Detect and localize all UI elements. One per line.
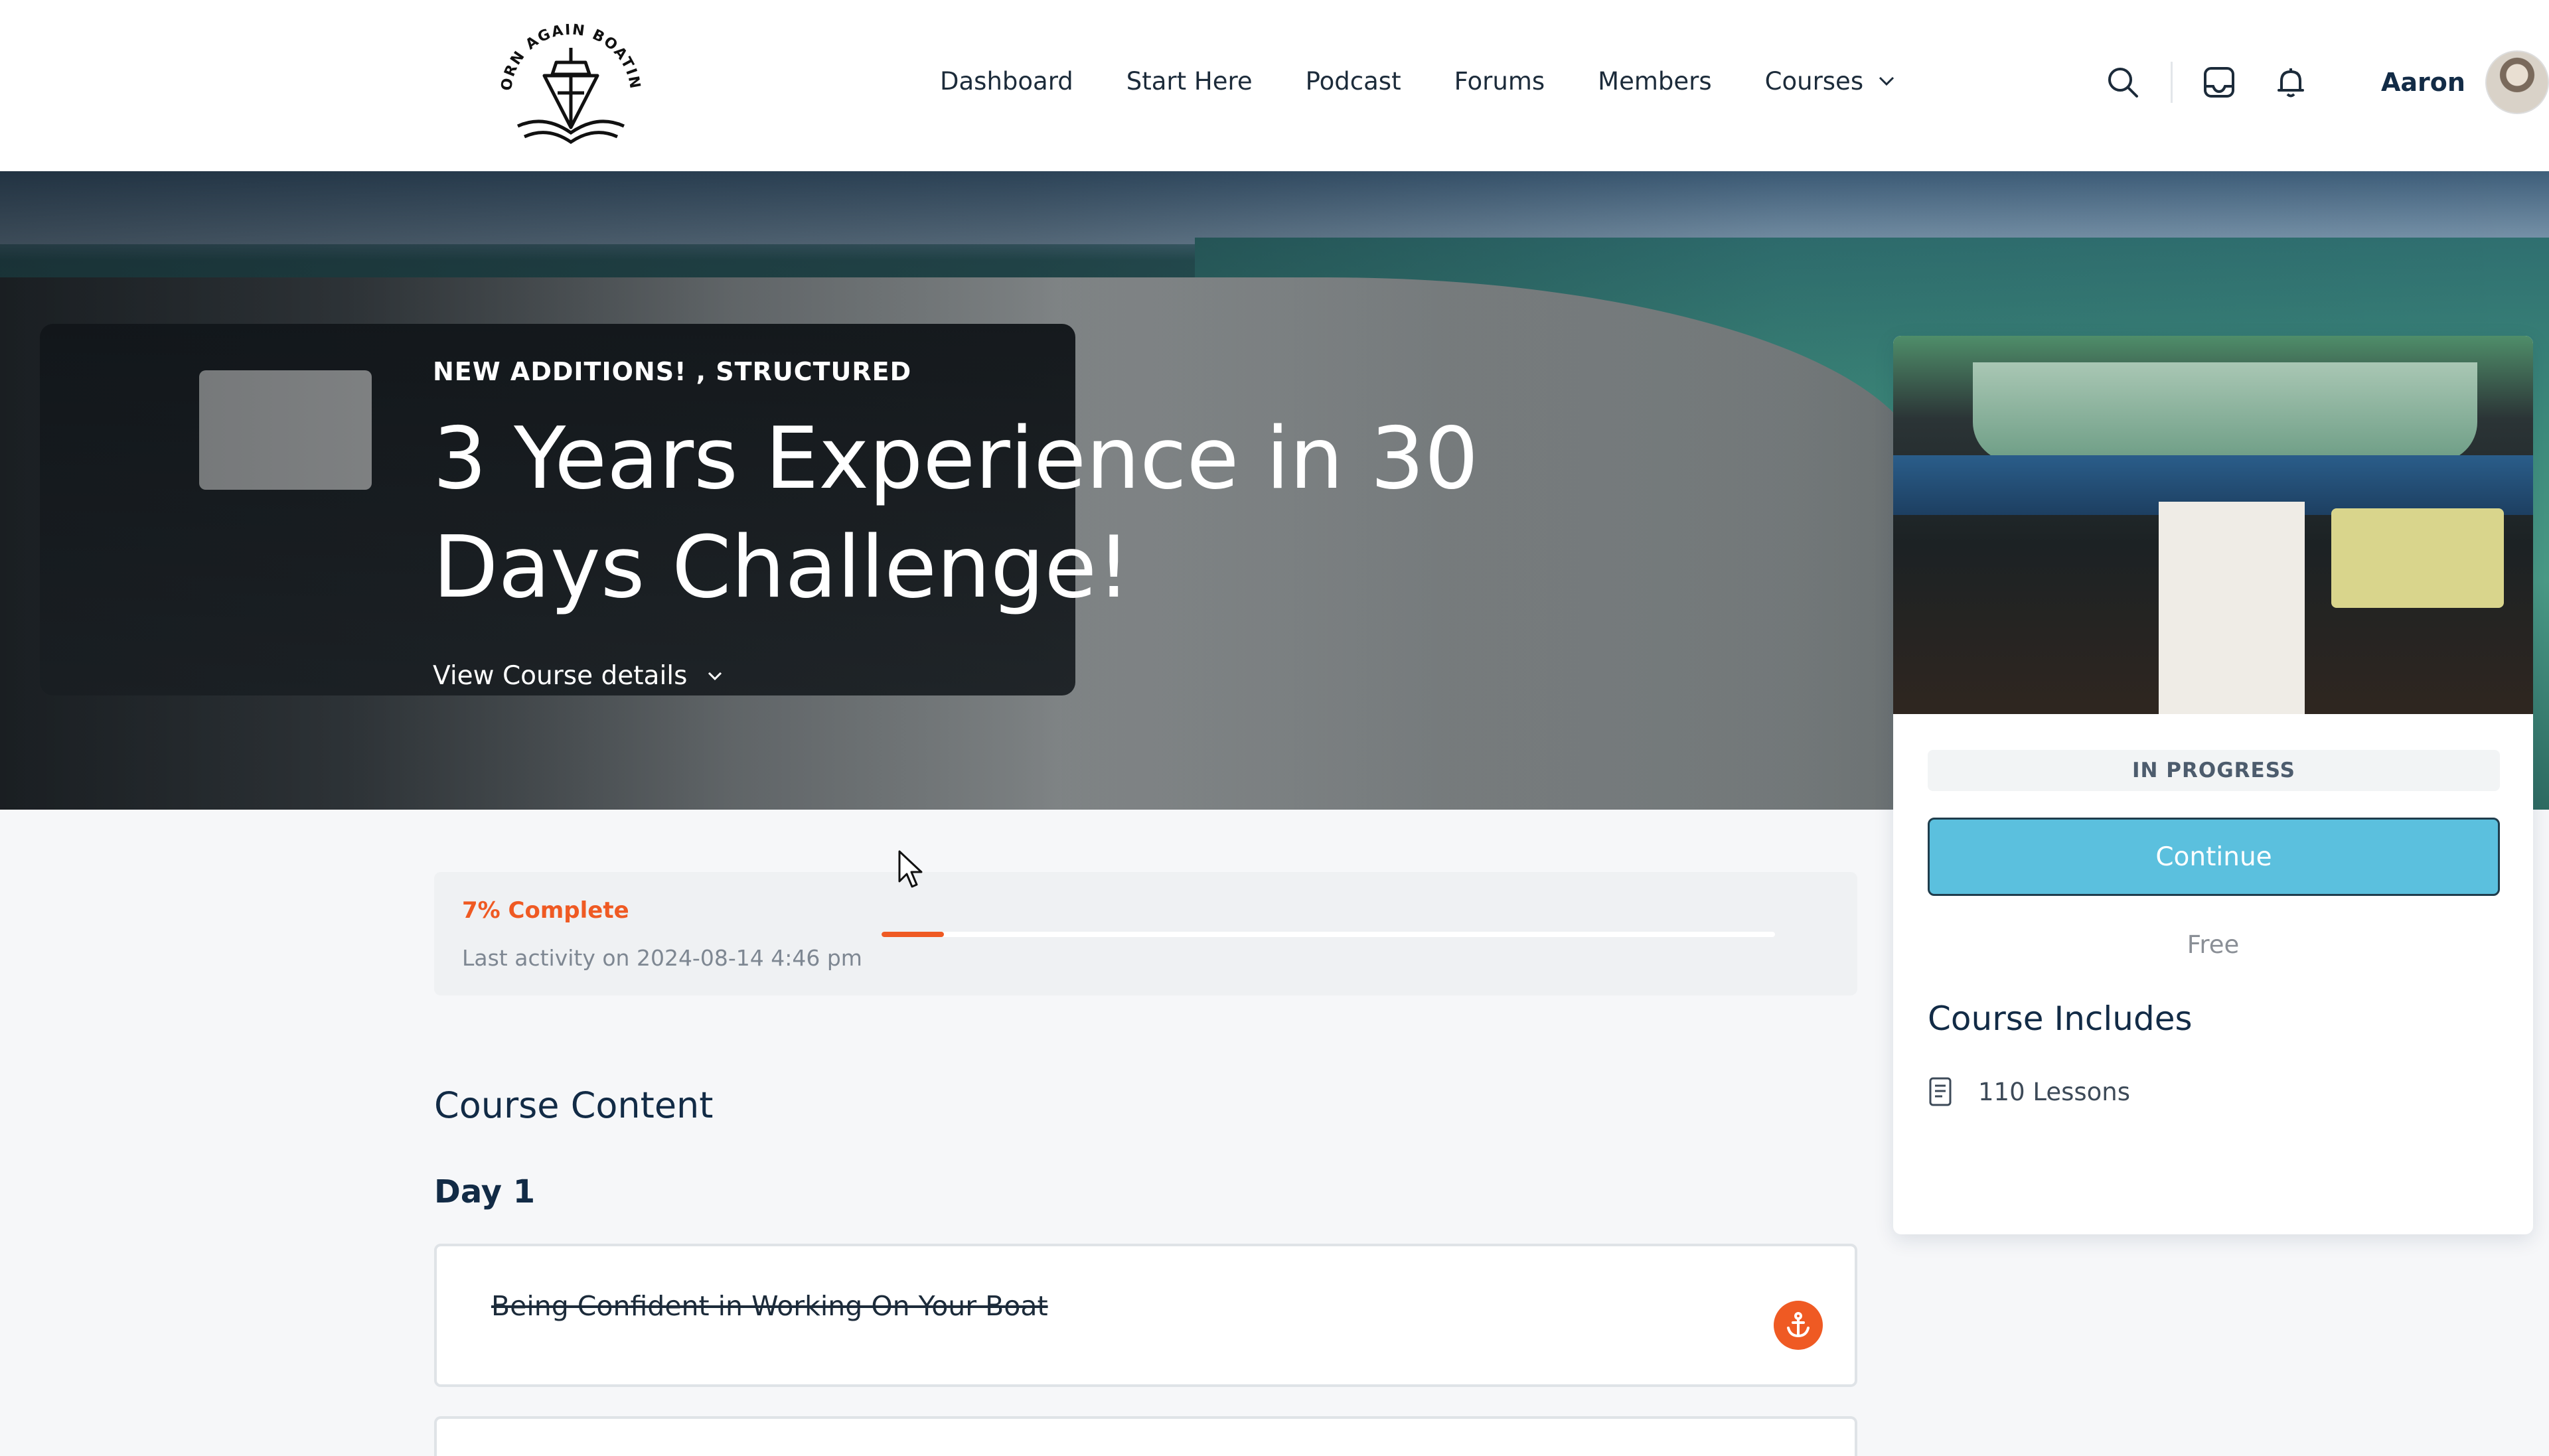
lessons-count-item: 110 Lessons [1928, 1076, 2130, 1107]
lesson-item[interactable] [434, 1416, 1857, 1456]
logo-ship-icon: BORN AGAIN BOATING [491, 15, 643, 145]
nav-forums[interactable]: Forums [1454, 67, 1545, 96]
course-thumbnail [1893, 336, 2533, 714]
progress-percent-label: 7% Complete [462, 897, 629, 924]
lessons-count: 110 Lessons [1978, 1077, 2131, 1106]
nav-podcast-label: Podcast [1305, 66, 1401, 96]
progress-bar-fill [882, 932, 945, 937]
lessons-book-icon [1929, 1077, 1952, 1106]
nav-dashboard-label: Dashboard [940, 66, 1073, 96]
course-includes-title: Course Includes [1928, 999, 2193, 1038]
course-progress: 7% Complete Last activity on 2024-08-14 … [434, 872, 1857, 995]
site-header: BORN AGAIN BOATING Dashboard Start Here … [0, 0, 2549, 171]
notifications-button[interactable] [2272, 64, 2309, 101]
course-content-title: Course Content [434, 1084, 714, 1126]
last-activity: Last activity on 2024-08-14 4:46 pm [462, 945, 862, 971]
search-button[interactable] [2104, 64, 2141, 101]
nav-members-label: Members [1598, 66, 1712, 96]
view-course-details-label: View Course details [433, 661, 688, 691]
header-actions: Aaron [2104, 50, 2549, 114]
site-logo[interactable]: BORN AGAIN BOATING [491, 15, 651, 147]
hero-content: NEW ADDITIONS! , STRUCTURED 3 Years Expe… [433, 357, 1561, 691]
bell-icon [2278, 68, 2304, 98]
course-sidebar-card: IN PROGRESS Continue Free Course Include… [1893, 336, 2533, 1234]
chevron-down-icon [708, 672, 722, 680]
view-course-details-toggle[interactable]: View Course details [433, 661, 1561, 691]
nav-courses[interactable]: Courses [1765, 67, 1895, 96]
inbox-icon [2204, 67, 2234, 98]
thumbnail-screen [2331, 508, 2504, 608]
search-icon [2108, 68, 2138, 98]
continue-button[interactable]: Continue [1928, 818, 2500, 896]
nav-start-here[interactable]: Start Here [1126, 67, 1253, 96]
anchor-icon [1787, 1312, 1810, 1338]
nav-forums-label: Forums [1454, 66, 1545, 96]
nav-members[interactable]: Members [1598, 67, 1711, 96]
user-name[interactable]: Aaron [2381, 68, 2465, 97]
nav-start-here-label: Start Here [1126, 66, 1253, 96]
thumbnail-door [2159, 502, 2305, 714]
chevron-down-icon [1879, 76, 1894, 86]
lesson-complete-badge [1774, 1301, 1823, 1350]
mouse-cursor-icon [898, 850, 923, 888]
main-nav: Dashboard Start Here Podcast Forums Memb… [940, 64, 1895, 98]
status-badge: IN PROGRESS [1928, 750, 2500, 791]
nav-podcast[interactable]: Podcast [1306, 67, 1401, 96]
nav-courses-label: Courses [1764, 66, 1864, 96]
course-categories[interactable]: NEW ADDITIONS! , STRUCTURED [433, 357, 1561, 386]
messages-button[interactable] [2201, 64, 2238, 101]
lesson-item[interactable]: Being Confident in Working On Your Boat [434, 1244, 1857, 1387]
lesson-title[interactable]: Being Confident in Working On Your Boat [491, 1290, 1048, 1322]
header-divider [2171, 62, 2173, 103]
course-title: 3 Years Experience in 30 Days Challenge! [433, 409, 1479, 617]
progress-bar [882, 932, 1775, 937]
course-price: Free [2187, 930, 2240, 959]
thumbnail-windshield [1973, 362, 2477, 462]
nav-dashboard[interactable]: Dashboard [940, 67, 1073, 96]
avatar[interactable] [2485, 50, 2549, 114]
section-title-day-1[interactable]: Day 1 [434, 1173, 535, 1210]
svg-text:BORN AGAIN BOATING: BORN AGAIN BOATING [491, 15, 643, 92]
